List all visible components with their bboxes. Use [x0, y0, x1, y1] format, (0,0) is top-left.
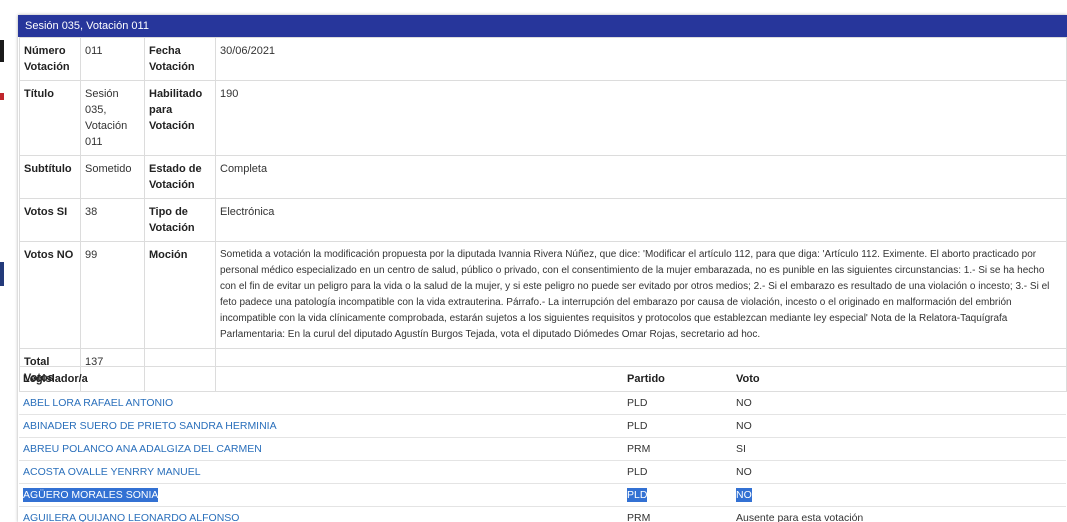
habilitado-value: 190	[215, 80, 1067, 156]
background-page-fragment	[0, 40, 4, 62]
titulo-value: Sesión 035, Votación 011	[80, 80, 145, 156]
panel-header: Sesión 035, Votación 011	[18, 15, 1067, 37]
vote-cell: NO	[736, 488, 752, 502]
legislator-votes-table: Legislador/a Partido Voto ABEL LORA RAFA…	[19, 366, 1066, 522]
party-cell: PLD	[627, 488, 648, 502]
mocion-label: Moción	[144, 241, 216, 349]
mocion-value: Sometida a votación la modificación prop…	[215, 241, 1067, 349]
party-cell: PLD	[623, 460, 732, 484]
vote-info-table: Número Votación 011 Fecha Votación 30/06…	[19, 37, 1067, 392]
legislator-link[interactable]: AGUILERA QUIJANO LEONARDO ALFONSO	[23, 512, 239, 522]
info-row: Número Votación 011 Fecha Votación 30/06…	[19, 37, 1067, 81]
info-row: Subtítulo Sometido Estado de Votación Co…	[19, 155, 1067, 199]
column-header-legislador: Legislador/a	[19, 366, 623, 392]
numero-votacion-label: Número Votación	[19, 37, 81, 81]
table-row: ABEL LORA RAFAEL ANTONIO PLD NO	[19, 391, 1066, 415]
habilitado-label: Habilitado para Votación	[144, 80, 216, 156]
subtitulo-label: Subtítulo	[19, 155, 81, 199]
background-page-fragment	[0, 93, 4, 100]
legislator-link[interactable]: ABREU POLANCO ANA ADALGIZA DEL CARMEN	[23, 443, 262, 455]
info-row: Título Sesión 035, Votación 011 Habilita…	[19, 80, 1067, 156]
vote-cell: NO	[732, 414, 1066, 438]
info-row: Votos SI 38 Tipo de Votación Electrónica	[19, 198, 1067, 242]
estado-label: Estado de Votación	[144, 155, 216, 199]
party-cell: PLD	[623, 391, 732, 415]
votos-si-label: Votos SI	[19, 198, 81, 242]
party-cell: PRM	[623, 437, 732, 461]
party-cell: PRM	[623, 506, 732, 522]
column-header-voto: Voto	[732, 366, 1066, 392]
titulo-label: Título	[19, 80, 81, 156]
info-row: Votos NO 99 Moción Sometida a votación l…	[19, 241, 1067, 349]
legislator-link[interactable]: ABEL LORA RAFAEL ANTONIO	[23, 397, 173, 409]
estado-value: Completa	[215, 155, 1067, 199]
votos-no-label: Votos NO	[19, 241, 81, 349]
legislator-votes-section: Legislador/a Partido Voto ABEL LORA RAFA…	[19, 366, 1066, 522]
fecha-label: Fecha Votación	[144, 37, 216, 81]
tipo-label: Tipo de Votación	[144, 198, 216, 242]
party-cell: PLD	[623, 414, 732, 438]
numero-votacion-value: 011	[80, 37, 145, 81]
votes-header-row: Legislador/a Partido Voto	[19, 366, 1066, 392]
subtitulo-value: Sometido	[80, 155, 145, 199]
vote-cell: NO	[732, 391, 1066, 415]
votos-si-value: 38	[80, 198, 145, 242]
background-page-strip	[0, 0, 18, 522]
legislator-link[interactable]: AGÜERO MORALES SONIA	[23, 488, 159, 502]
table-row: ABREU POLANCO ANA ADALGIZA DEL CARMEN PR…	[19, 437, 1066, 461]
fecha-value: 30/06/2021	[215, 37, 1067, 81]
table-row-selected: AGÜERO MORALES SONIA PLD NO	[19, 483, 1066, 507]
vote-detail-panel: Sesión 035, Votación 011 Número Votación…	[18, 15, 1067, 522]
vote-cell: Ausente para esta votación	[732, 506, 1066, 522]
background-page-fragment	[0, 262, 4, 286]
legislator-link[interactable]: ACOSTA OVALLE YENRRY MANUEL	[23, 466, 201, 478]
table-row: AGUILERA QUIJANO LEONARDO ALFONSO PRM Au…	[19, 506, 1066, 522]
vote-cell: SI	[732, 437, 1066, 461]
vote-cell: NO	[732, 460, 1066, 484]
legislator-link[interactable]: ABINADER SUERO DE PRIETO SANDRA HERMINIA	[23, 420, 277, 432]
column-header-partido: Partido	[623, 366, 732, 392]
votos-no-value: 99	[80, 241, 145, 349]
table-row: ACOSTA OVALLE YENRRY MANUEL PLD NO	[19, 460, 1066, 484]
table-row: ABINADER SUERO DE PRIETO SANDRA HERMINIA…	[19, 414, 1066, 438]
tipo-value: Electrónica	[215, 198, 1067, 242]
